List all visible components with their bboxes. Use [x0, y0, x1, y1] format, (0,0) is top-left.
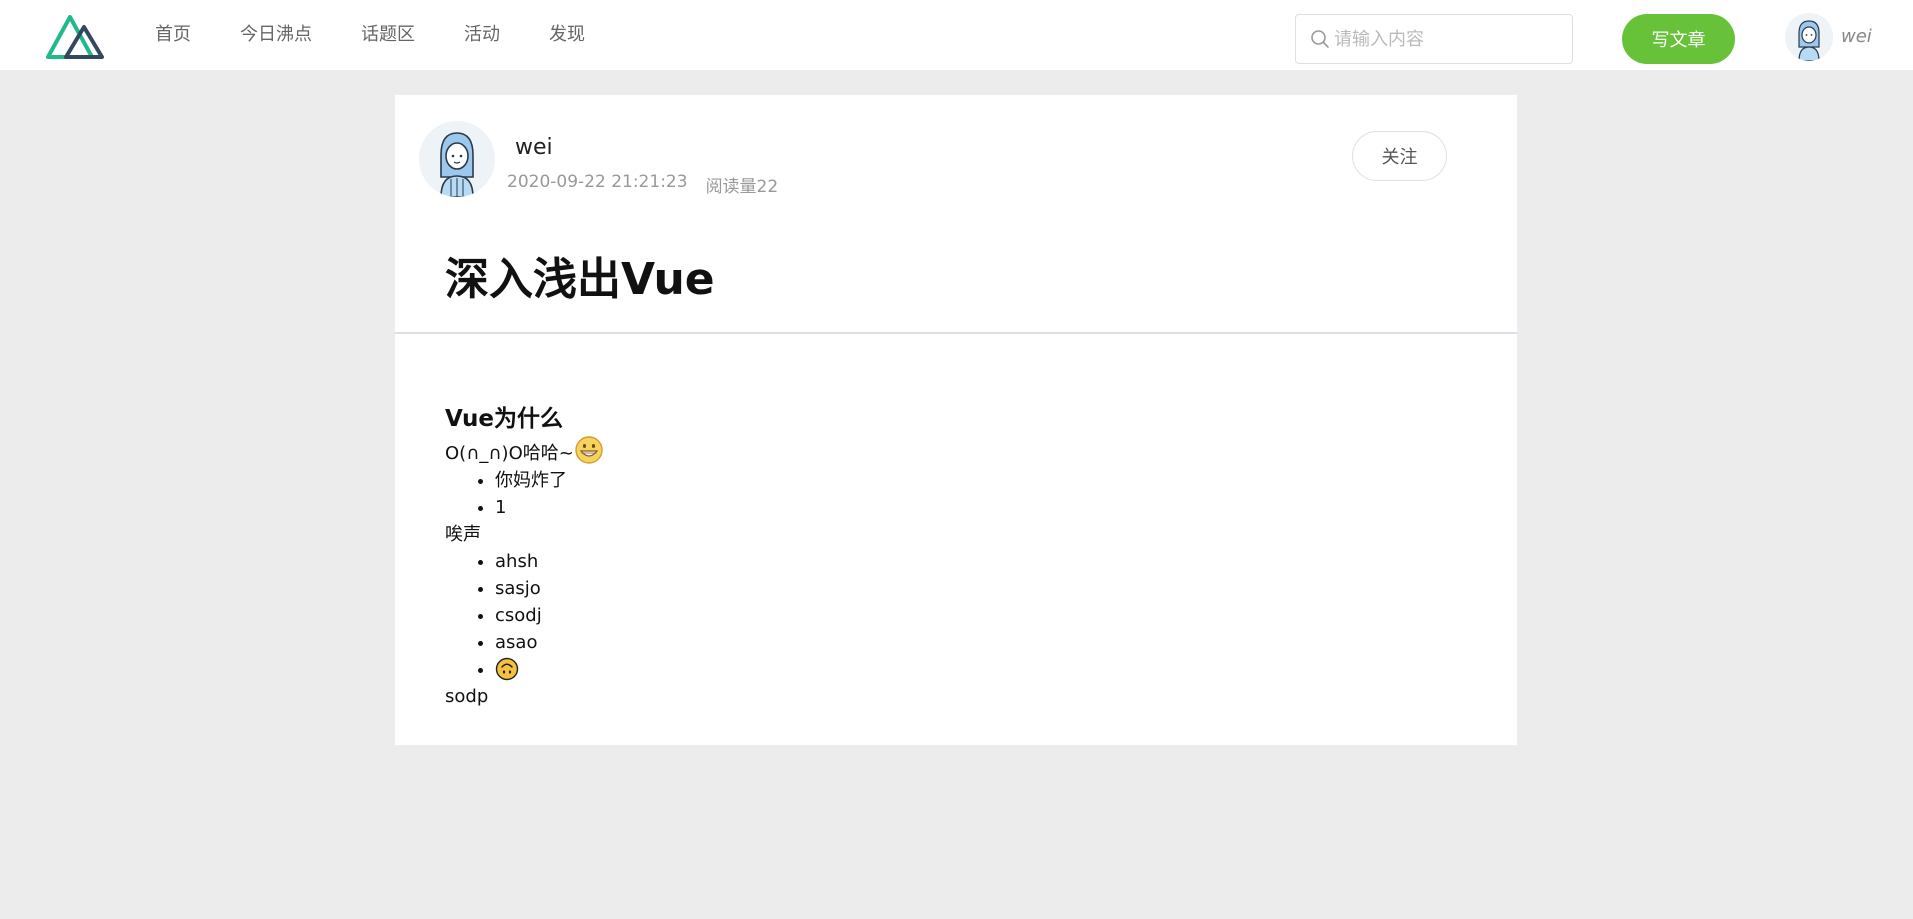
user-avatar-icon [419, 121, 495, 197]
top-navbar: 首页 今日沸点 话题区 活动 发现 写文章 wei [0, 0, 1913, 70]
list-item: csodj [495, 602, 1445, 629]
search-icon[interactable] [1309, 28, 1331, 50]
divider [395, 332, 1517, 334]
list-item: 你妈炸了 [495, 467, 1445, 494]
content-line: O(∩_∩)O哈哈~ [445, 435, 1445, 467]
list-item: 1 [495, 494, 1445, 521]
nav-home[interactable]: 首页 [155, 0, 191, 70]
publish-date: 2020-09-22 21:21:23 [507, 172, 688, 192]
user-avatar-icon [1785, 13, 1833, 61]
content-line: 唉声 [445, 524, 481, 545]
main-nav: 首页 今日沸点 话题区 活动 发现 [155, 0, 634, 70]
upside-down-face-emoji-icon [495, 657, 519, 681]
article-title: 深入浅出Vue [445, 254, 715, 305]
search-box [1295, 14, 1573, 64]
nav-topics[interactable]: 话题区 [361, 0, 415, 70]
nav-today-hot[interactable]: 今日沸点 [240, 0, 312, 70]
list-item: sasjo [495, 575, 1445, 602]
content-line: sodp [445, 686, 489, 707]
author-name[interactable]: wei [515, 135, 553, 160]
bullet-list: ahsh sasjo csodj asao [445, 548, 1445, 683]
grinning-face-emoji-icon [575, 436, 603, 464]
article-card: wei 2020-09-22 21:21:23 阅读量22 关注 深入浅出Vue… [395, 95, 1517, 745]
nav-discover[interactable]: 发现 [549, 0, 585, 70]
author-avatar[interactable] [419, 121, 495, 197]
content-heading: Vue为什么 [445, 406, 563, 432]
avatar[interactable] [1785, 13, 1833, 61]
list-item: ahsh [495, 548, 1445, 575]
mountain-logo-icon[interactable] [46, 13, 106, 59]
list-item: asao [495, 629, 1445, 656]
article-content: Vue为什么 O(∩_∩)O哈哈~ 你妈炸了 1 唉声 ahsh sasjo c… [445, 403, 1445, 710]
write-article-button[interactable]: 写文章 [1622, 14, 1735, 64]
list-item [495, 656, 1445, 683]
bullet-list: 你妈炸了 1 [445, 467, 1445, 521]
content-text: O(∩_∩)O哈哈~ [445, 443, 574, 464]
follow-button[interactable]: 关注 [1352, 131, 1447, 181]
article-meta: 2020-09-22 21:21:23 阅读量22 [507, 172, 796, 197]
nav-activities[interactable]: 活动 [464, 0, 500, 70]
search-input[interactable] [1334, 15, 1566, 63]
nav-username[interactable]: wei [1841, 26, 1872, 47]
view-count: 阅读量22 [705, 177, 779, 197]
